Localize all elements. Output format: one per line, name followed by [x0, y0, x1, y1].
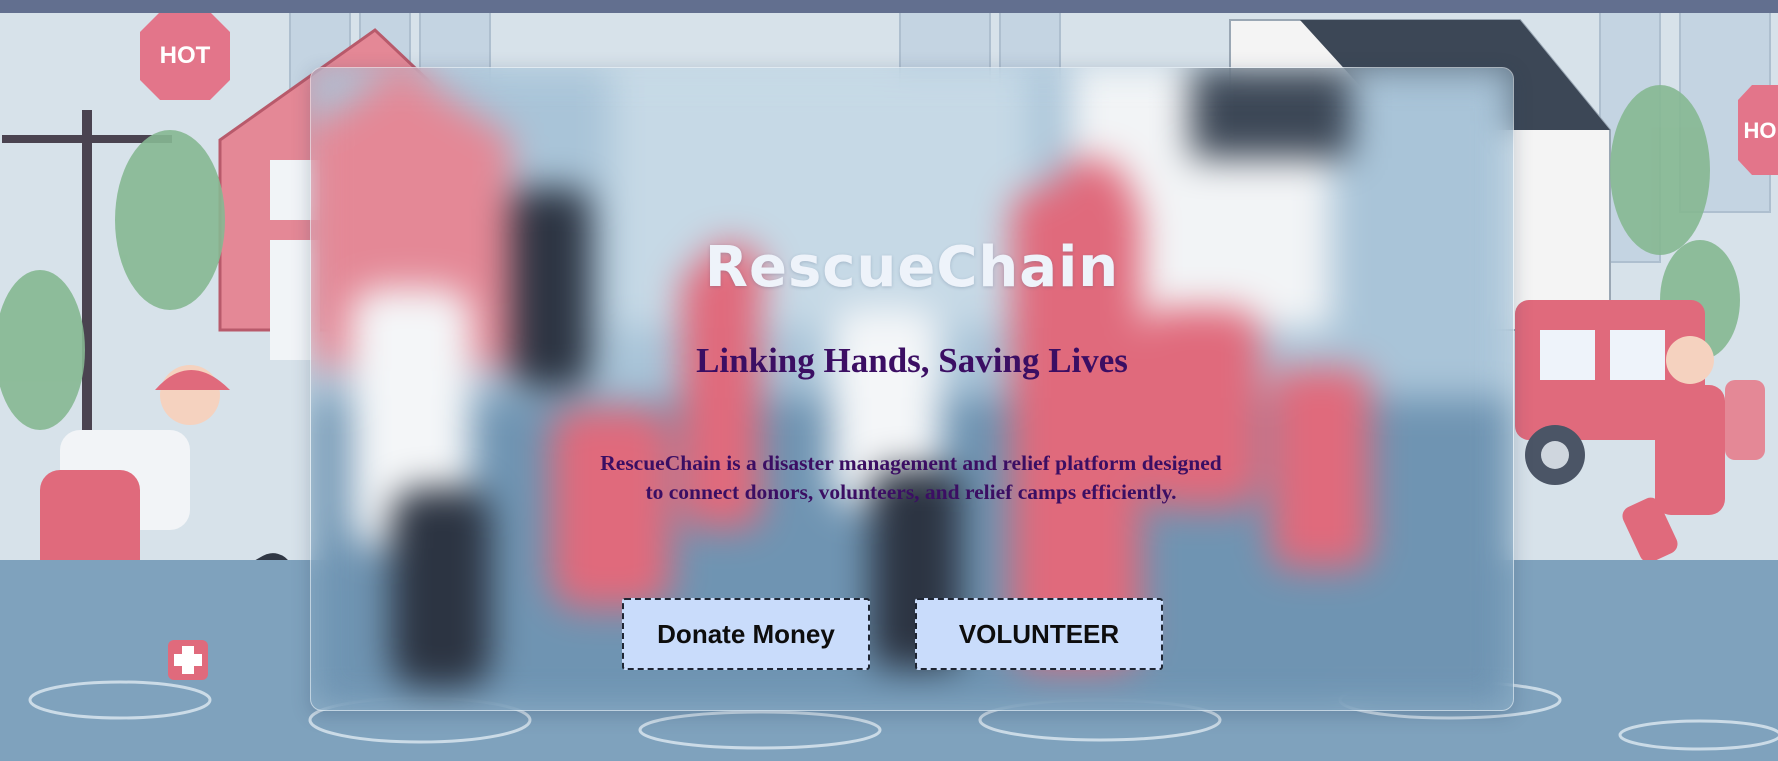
platform-description: RescueChain is a disaster management and… [600, 451, 1222, 504]
donate-money-button[interactable]: Donate Money [622, 598, 870, 670]
volunteer-button[interactable]: VOLUNTEER [915, 598, 1163, 670]
app-title: RescueChain [704, 235, 1120, 300]
tagline: Linking Hands, Saving Lives [696, 341, 1128, 380]
stop-sign-text-right: HO [1744, 118, 1777, 143]
hero-card: RescueChain Linking Hands, Saving Lives … [310, 67, 1514, 711]
top-bar [0, 0, 1778, 13]
stop-sign-text: HOT [160, 42, 211, 69]
hero-content: RescueChain Linking Hands, Saving Lives … [311, 68, 1513, 710]
